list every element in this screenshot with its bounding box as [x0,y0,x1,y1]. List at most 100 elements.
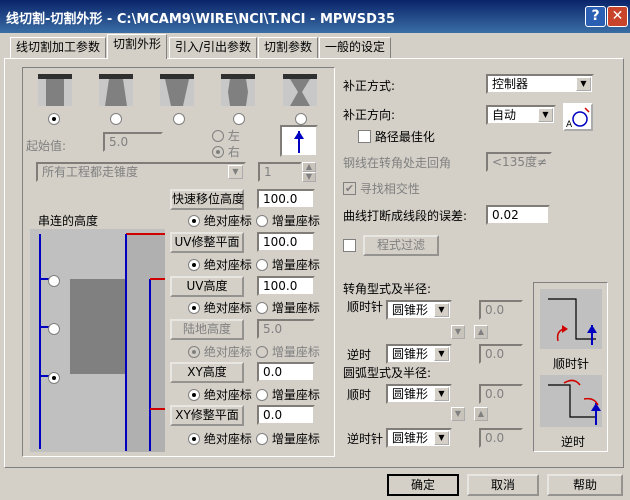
height-diagram [30,229,165,452]
xy-trim-inc-label: 增量座标 [271,432,320,446]
comp-dir-icon[interactable]: A [563,103,593,131]
close-button[interactable]: ✕ [607,6,628,27]
land-abs-label: 绝对座标 [203,345,252,359]
uv-height-field[interactable]: 100.0 [257,276,315,296]
height-point-radio-1[interactable] [48,273,60,287]
xy-height-inc-label: 增量座标 [271,388,320,402]
find-intersect-checkbox[interactable]: ✔ 寻找相交性 [343,180,420,197]
ok-button[interactable]: 确定 [387,474,459,496]
rapid-inc-option[interactable]: 增量座标 [256,212,320,229]
land-height-field[interactable]: 5.0 [257,319,315,339]
land-height-button[interactable]: 陆地高度 [170,319,244,340]
taper-shape-land-icon[interactable] [221,74,255,109]
uv-trim-abs-option[interactable]: 绝对座标 [188,256,252,273]
uv-trim-abs-label: 绝对座标 [203,258,252,272]
land-inc-label: 增量座标 [271,345,320,359]
arc-ccw-select[interactable]: 圆锥形 ▼ [386,428,452,448]
xy-height-abs-option[interactable]: 绝对座标 [188,386,252,403]
filter-button[interactable]: 程式过滤 [363,235,439,256]
corner-ccw-radius[interactable]: 0.0 [479,344,523,364]
arc-move-up-icon[interactable]: ▲ [474,407,488,421]
rapid-inc-label: 增量座标 [271,214,320,228]
tab-wire-params[interactable]: 线切割加工参数 [10,37,107,58]
shape-radio-2[interactable] [110,111,122,125]
tab-lead-in-out[interactable]: 引入/引出参数 [169,37,258,58]
arc-ccw-radius[interactable]: 0.0 [479,428,523,448]
find-intersect-label: 寻找相交性 [359,182,420,196]
xy-trim-abs-label: 绝对座标 [203,432,252,446]
shape-radio-1[interactable] [48,111,60,125]
corner-cw-select[interactable]: 圆锥形 ▼ [386,300,452,320]
shape-radio-5[interactable] [295,111,307,125]
uv-trim-plane-button[interactable]: UV修整平面 [170,232,244,253]
spin-up-icon[interactable]: ▲ [302,162,316,172]
shape-radio-4[interactable] [233,111,245,125]
spin-down-icon[interactable]: ▼ [302,172,316,182]
corner-ccw-select[interactable]: 圆锥形 ▼ [386,344,452,364]
xy-trim-plane-button[interactable]: XY修整平面 [170,405,244,426]
height-point-radio-2[interactable] [48,321,60,335]
tolerance-label: 曲线打断成线段的误差: [343,209,468,223]
filter-checkbox[interactable] [343,238,356,252]
direction-left-option[interactable]: 左 [212,127,240,144]
uv-trim-inc-label: 增量座标 [271,258,320,272]
tab-cut-params[interactable]: 切割参数 [258,37,319,58]
arc-cw-radius[interactable]: 0.0 [479,384,523,404]
help-title-button[interactable]: ? [585,6,606,27]
move-up-icon[interactable]: ▲ [474,325,488,339]
land-inc-option[interactable]: 增量座标 [256,343,320,360]
direction-right-option[interactable]: 右 [212,143,240,160]
help-button[interactable]: 帮助 [547,474,623,496]
taper-shape-narrow-icon[interactable] [160,74,194,109]
arc-cw-select[interactable]: 圆锥形 ▼ [386,384,452,404]
xy-trim-plane-field[interactable]: 0.0 [257,405,315,425]
title-bar: 线切割-切割外形 - C:\MCAM9\WIRE\NCI\T.NCI - MPW… [0,0,630,33]
tab-general-settings[interactable]: 一般的设定 [319,37,392,58]
height-point-radio-3[interactable] [48,370,60,384]
uv-height-inc-label: 增量座标 [271,301,320,315]
tab-cut-contour[interactable]: 切割外形 [107,34,168,59]
taper-shape-expand-icon[interactable] [99,74,133,109]
rapid-abs-option[interactable]: 绝对座标 [188,212,252,229]
cw-preview-icon [540,289,602,349]
xy-trim-inc-option[interactable]: 增量座标 [256,430,320,447]
tolerance-field[interactable]: 0.02 [486,205,550,225]
xy-height-inc-option[interactable]: 增量座标 [256,386,320,403]
comp-dir-select[interactable]: 自动 ▼ [486,105,556,125]
land-abs-option[interactable]: 绝对座标 [188,343,252,360]
uv-trim-inc-option[interactable]: 增量座标 [256,256,320,273]
start-value-field[interactable]: 5.0 [103,132,163,152]
corner-ccw-value: 圆锥形 [392,347,429,361]
arc-title: 圆弧型式及半径: [343,366,432,380]
chevron-down-icon: ▼ [434,303,449,317]
path-opt-checkbox[interactable]: 路径最佳化 [358,128,435,145]
rapid-height-button[interactable]: 快速移位高度 [170,189,244,210]
taper-shape-hourglass-icon[interactable] [283,74,317,109]
corner-cw-radius[interactable]: 0.0 [479,300,523,320]
height-title: 串连的高度 [38,214,99,228]
rapid-abs-label: 绝对座标 [203,214,252,228]
xy-height-button[interactable]: XY高度 [170,362,244,383]
rapid-height-field[interactable]: 100.0 [257,189,315,209]
taper-count-field[interactable]: 1 [258,162,302,182]
xy-trim-abs-option[interactable]: 绝对座标 [188,430,252,447]
wire-corner-select[interactable]: <135度≠ [486,152,552,172]
chevron-down-icon: ▼ [538,108,553,122]
uv-height-button[interactable]: UV高度 [170,276,244,297]
taper-mode-select[interactable]: 所有工程都走锥度 ▼ [36,162,246,182]
corner-cw-value: 圆锥形 [392,303,429,317]
xy-height-abs-label: 绝对座标 [203,388,252,402]
uv-height-inc-option[interactable]: 增量座标 [256,299,320,316]
comp-dir-value: 自动 [492,108,517,122]
uv-height-abs-label: 绝对座标 [203,301,252,315]
arc-move-down-icon[interactable]: ▼ [451,407,465,421]
cancel-button[interactable]: 取消 [467,474,539,496]
uv-height-abs-option[interactable]: 绝对座标 [188,299,252,316]
taper-mode-value: 所有工程都走锥度 [42,165,139,179]
comp-type-select[interactable]: 控制器 ▼ [486,74,594,94]
xy-height-field[interactable]: 0.0 [257,362,315,382]
shape-radio-3[interactable] [173,111,185,125]
chevron-down-icon: ▼ [434,387,449,401]
uv-trim-plane-field[interactable]: 100.0 [257,232,315,252]
move-down-icon[interactable]: ▼ [451,325,465,339]
